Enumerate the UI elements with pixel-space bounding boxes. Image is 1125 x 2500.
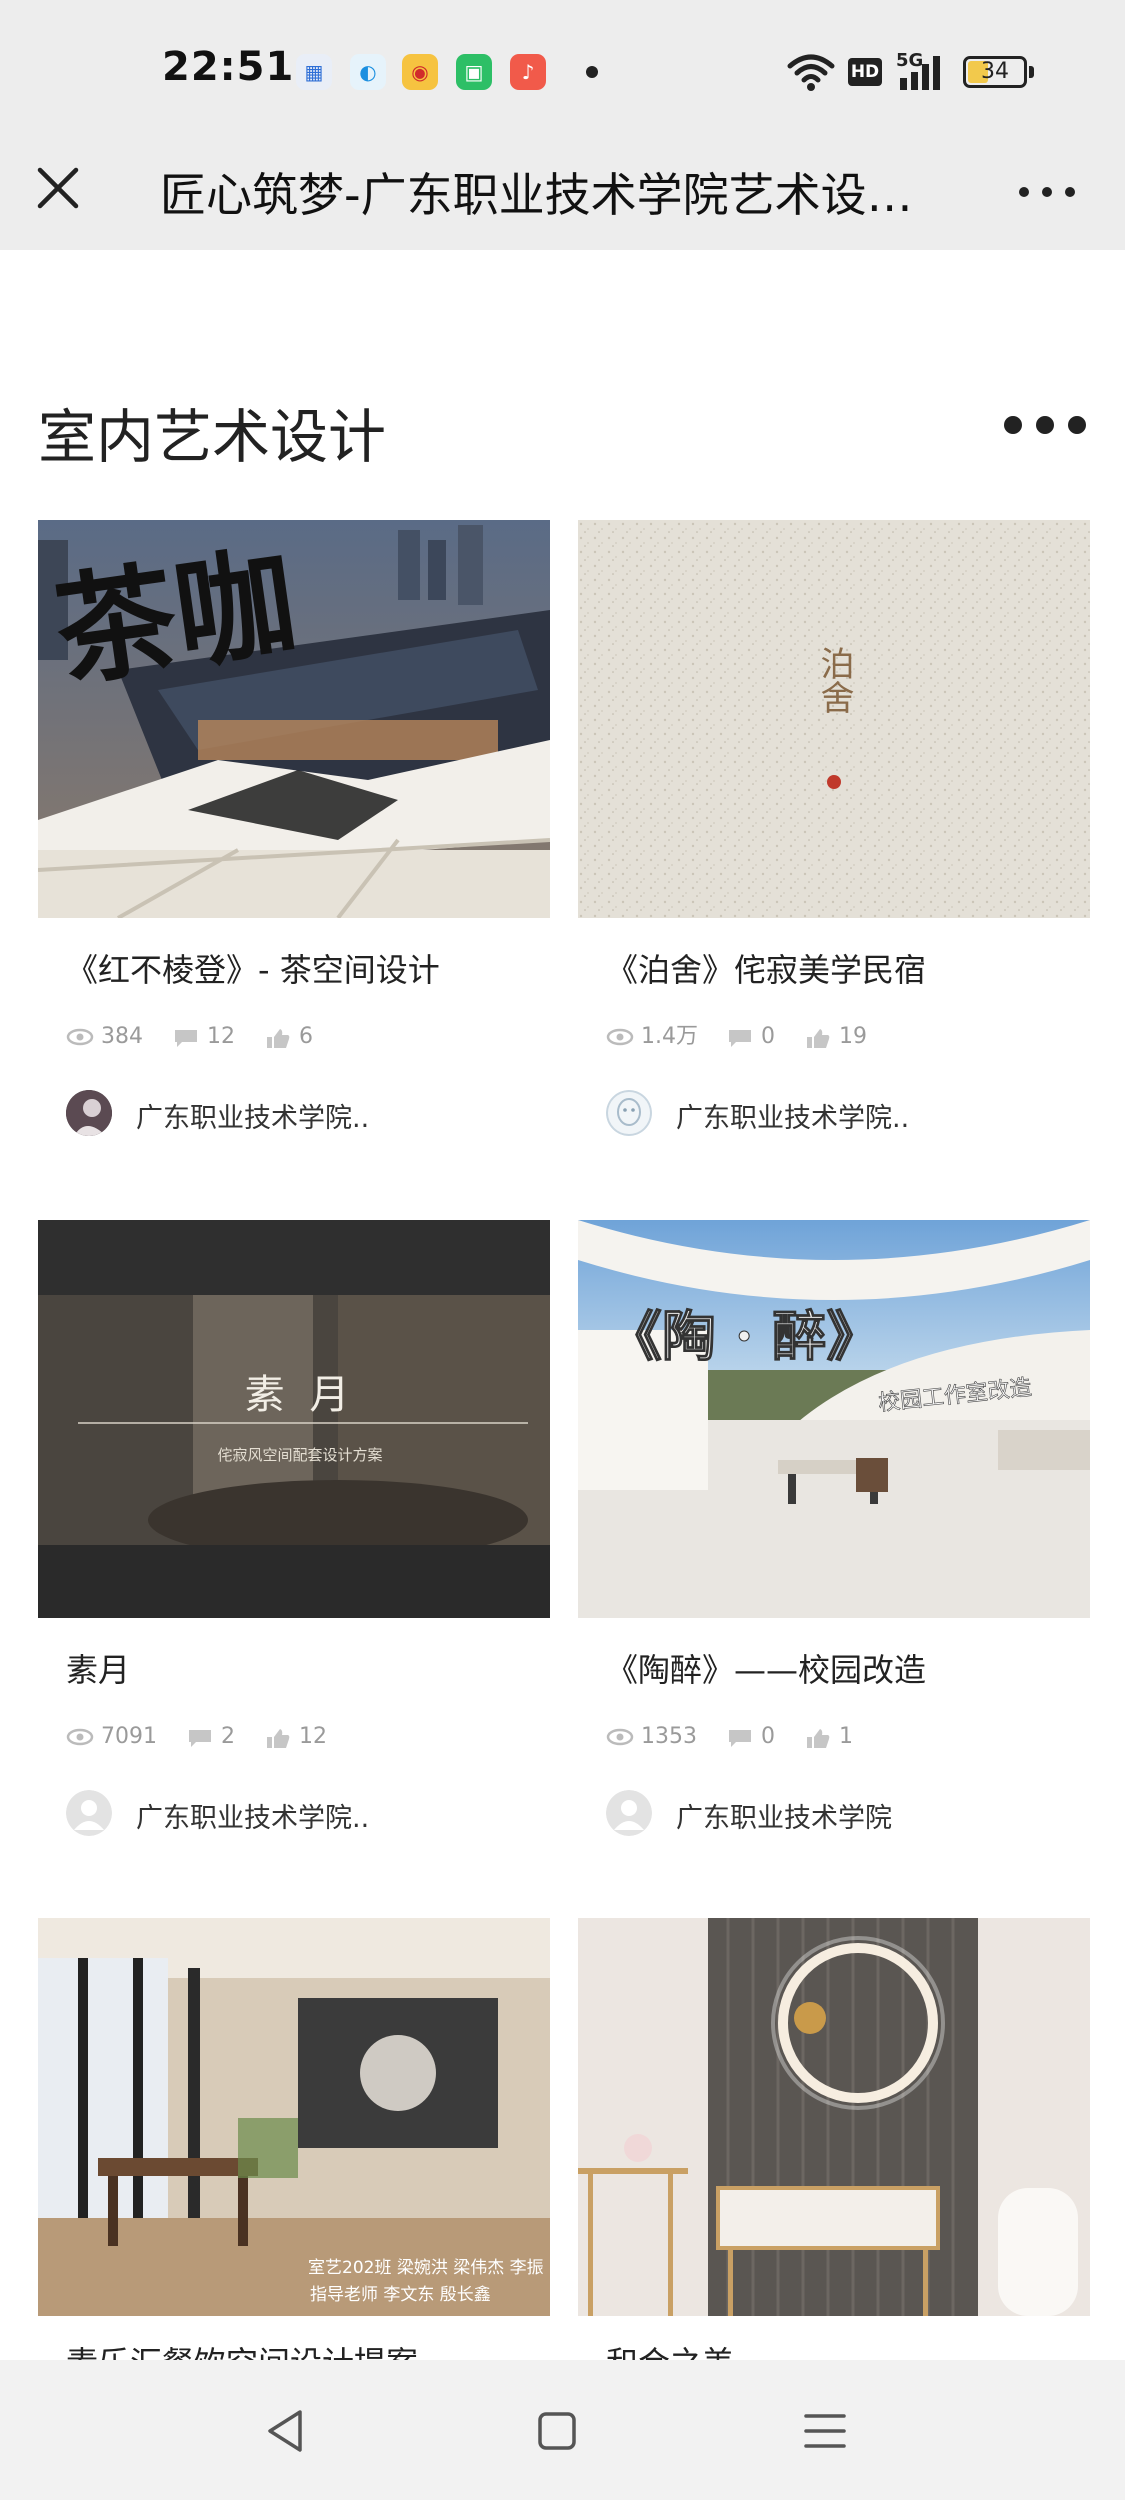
comments-icon	[729, 1730, 751, 1747]
project-card[interactable]: 茶咖 《红不棱登》- 茶空间设计 384 12 6 广东职业技术学院..	[38, 520, 550, 1160]
likes-count: 6	[299, 1024, 313, 1049]
image-subtitle: 侘寂风空间配套设计方案	[217, 1446, 382, 1464]
project-thumbnail[interactable]: 茶咖	[38, 520, 550, 918]
avatar	[66, 1790, 112, 1836]
image-credit-advisor: 指导老师 李文东 殷长鑫	[310, 2285, 491, 2305]
avatar	[606, 1790, 652, 1836]
card-title[interactable]: 《陶醉》——校园改造	[606, 1645, 1086, 1691]
image-title: 素 月	[245, 1372, 356, 1418]
comments-count: 0	[761, 1024, 775, 1049]
project-thumbnail[interactable]: 素 月 侘寂风空间配套设计方案	[38, 1220, 550, 1618]
comments-count: 0	[761, 1724, 775, 1749]
section-title: 室内艺术设计	[38, 403, 387, 471]
likes-icon	[807, 1729, 830, 1748]
comments-icon	[729, 1030, 751, 1047]
card-title[interactable]: 和合之美	[606, 2338, 1086, 2360]
views-icon	[606, 1728, 634, 1746]
avatar	[606, 1090, 652, 1136]
title-bar: 匠心筑梦-广东职业技术学院艺术设计学院	[0, 140, 1125, 250]
views-count: 7091	[101, 1724, 157, 1749]
project-card[interactable]: 泊舍 《泊舍》侘寂美学民宿 1.4万 0 19 广东职业技术学院..	[578, 520, 1090, 1160]
battery-tip	[1029, 66, 1034, 78]
comments-icon	[175, 1030, 197, 1047]
views-icon	[66, 1028, 94, 1046]
music-app-icon: ♪	[510, 54, 546, 90]
likes-count: 1	[839, 1724, 853, 1749]
status-time: 22:51	[162, 44, 295, 90]
author-name: 广东职业技术学院..	[676, 1103, 910, 1134]
card-title[interactable]: 素月	[66, 1645, 546, 1691]
project-card[interactable]: 和合之美	[578, 1918, 1090, 2360]
close-icon[interactable]	[30, 160, 100, 230]
comments-icon	[189, 1730, 211, 1747]
page-title: 匠心筑梦-广东职业技术学院艺术设计学院	[160, 168, 950, 222]
likes-count: 19	[839, 1024, 867, 1049]
comments-count: 2	[221, 1724, 235, 1749]
wifi-icon	[787, 54, 835, 91]
views-count: 1.4万	[641, 1024, 698, 1049]
author-name: 广东职业技术学院..	[136, 1803, 370, 1834]
card-title[interactable]: 《红不棱登》- 茶空间设计	[66, 945, 546, 991]
image-calligraphy: 泊舍	[814, 646, 854, 714]
image-title: 《陶 · 醉》	[608, 1304, 880, 1368]
project-card[interactable]: 素 月 侘寂风空间配套设计方案 素月 7091 2 12 广东职业技术学院..	[38, 1220, 550, 1860]
views-icon	[66, 1728, 94, 1746]
likes-icon	[267, 1029, 290, 1048]
chat-app-icon: ▣	[456, 54, 492, 90]
author-name: 广东职业技术学院	[676, 1803, 892, 1834]
browser-app-icon: ◐	[350, 54, 386, 90]
likes-icon	[267, 1729, 290, 1748]
views-icon	[606, 1028, 634, 1046]
comments-count: 12	[207, 1024, 235, 1049]
notification-dot	[586, 66, 598, 78]
author-name: 广东职业技术学院..	[136, 1103, 370, 1134]
avatar	[66, 1090, 112, 1136]
card-title[interactable]: 《泊舍》侘寂美学民宿	[606, 945, 1086, 991]
views-count: 1353	[641, 1724, 697, 1749]
project-card[interactable]: 《陶 · 醉》 校园工作室改造 《陶醉》——校园改造 1353 0 1 广东职业…	[578, 1220, 1090, 1860]
project-thumbnail[interactable]	[578, 1918, 1090, 2316]
section-more-icon[interactable]	[995, 400, 1095, 450]
battery-icon: 34	[963, 56, 1027, 88]
project-card[interactable]: 室艺202班 梁婉洪 梁伟杰 李振 指导老师 李文东 殷长鑫 素乐汇餐饮空间设计…	[38, 1918, 550, 2360]
system-nav-bar	[0, 2360, 1125, 2500]
likes-count: 12	[299, 1724, 327, 1749]
card-title[interactable]: 素乐汇餐饮空间设计提案	[66, 2338, 546, 2360]
back-icon[interactable]	[252, 2396, 322, 2466]
dashboard-app-icon: ▦	[296, 54, 332, 90]
project-thumbnail[interactable]: 室艺202班 梁婉洪 梁伟杰 李振 指导老师 李文东 殷长鑫	[38, 1918, 550, 2316]
home-icon[interactable]	[522, 2396, 592, 2466]
project-thumbnail[interactable]: 《陶 · 醉》 校园工作室改造	[578, 1220, 1090, 1618]
hd-indicator: HD	[848, 58, 882, 86]
battery-level: 34	[981, 59, 1009, 84]
status-bar: 22:51 ▦ ◐ ◉ ▣ ♪ HD 5G 34	[0, 0, 1125, 140]
likes-icon	[807, 1029, 830, 1048]
image-credit: 室艺202班 梁婉洪 梁伟杰 李振	[308, 2258, 544, 2278]
project-thumbnail[interactable]: 泊舍	[578, 520, 1090, 918]
more-options-icon[interactable]	[1010, 170, 1090, 220]
weibo-app-icon: ◉	[402, 54, 438, 90]
menu-icon[interactable]	[790, 2396, 860, 2466]
signal-icon	[900, 56, 940, 90]
views-count: 384	[101, 1024, 143, 1049]
